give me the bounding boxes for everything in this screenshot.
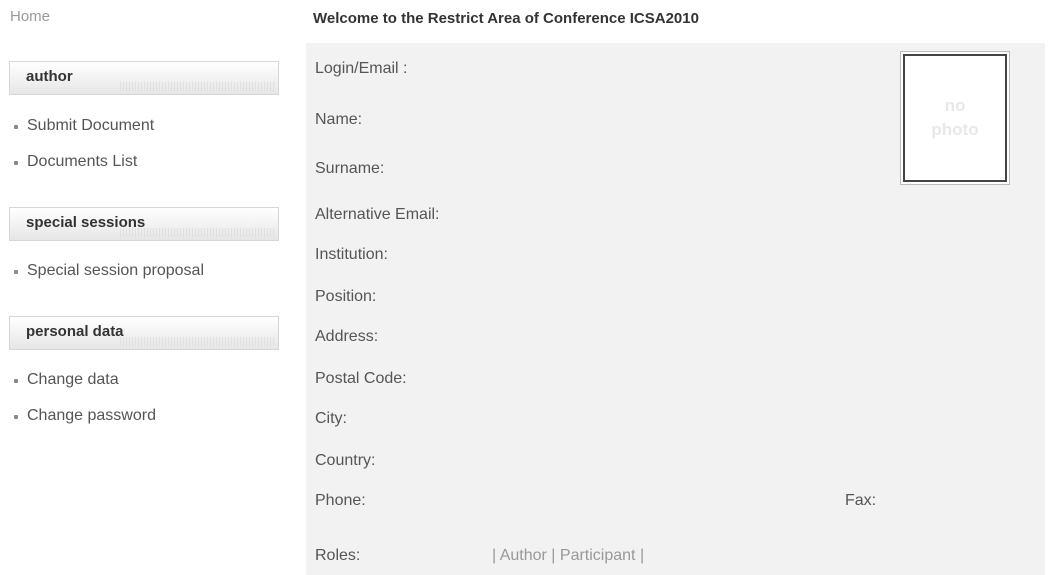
page-title: Welcome to the Restrict Area of Conferen… xyxy=(313,10,699,27)
city-label: City: xyxy=(315,410,347,427)
menu-item-label: Submit Document xyxy=(27,117,155,134)
section-header-personal-data: personal data xyxy=(9,316,279,350)
menu-item-label: Documents List xyxy=(27,153,138,170)
photo-placeholder-line2: photo xyxy=(931,120,979,139)
menu-item-label: Change password xyxy=(27,407,156,424)
menu-item-special-session-proposal[interactable]: Special session proposal xyxy=(14,262,204,280)
photo-placeholder-line1: no xyxy=(944,96,966,115)
bullet-icon xyxy=(14,414,18,419)
surname-label: Surname: xyxy=(315,160,385,177)
menu-item-submit-document[interactable]: Submit Document xyxy=(14,117,154,135)
postal-code-label: Postal Code: xyxy=(315,370,407,387)
section-header-author: author xyxy=(9,61,279,95)
fax-label: Fax: xyxy=(845,492,877,509)
bullet-icon xyxy=(14,378,18,383)
menu-item-change-data[interactable]: Change data xyxy=(14,371,119,389)
home-link[interactable]: Home xyxy=(10,8,50,25)
menu-item-change-password[interactable]: Change password xyxy=(14,407,156,425)
menu-item-documents-list[interactable]: Documents List xyxy=(14,153,137,171)
bullet-icon xyxy=(14,124,18,129)
phone-label: Phone: xyxy=(315,492,366,509)
section-header-special-sessions: special sessions xyxy=(9,207,279,241)
country-label: Country: xyxy=(315,452,376,469)
alternative-email-label: Alternative Email: xyxy=(315,206,440,223)
roles-value: | Author | Participant | xyxy=(492,547,645,564)
name-label: Name: xyxy=(315,111,363,128)
roles-label: Roles: xyxy=(315,547,361,564)
login-email-label: Login/Email : xyxy=(315,60,408,77)
no-photo-placeholder: no photo xyxy=(903,54,1007,182)
position-label: Position: xyxy=(315,288,377,305)
address-label: Address: xyxy=(315,328,379,345)
profile-photo: no photo xyxy=(900,51,1010,185)
bullet-icon xyxy=(14,160,18,165)
menu-item-label: Special session proposal xyxy=(27,262,204,279)
menu-item-label: Change data xyxy=(27,371,119,388)
bullet-icon xyxy=(14,269,18,274)
institution-label: Institution: xyxy=(315,246,388,263)
